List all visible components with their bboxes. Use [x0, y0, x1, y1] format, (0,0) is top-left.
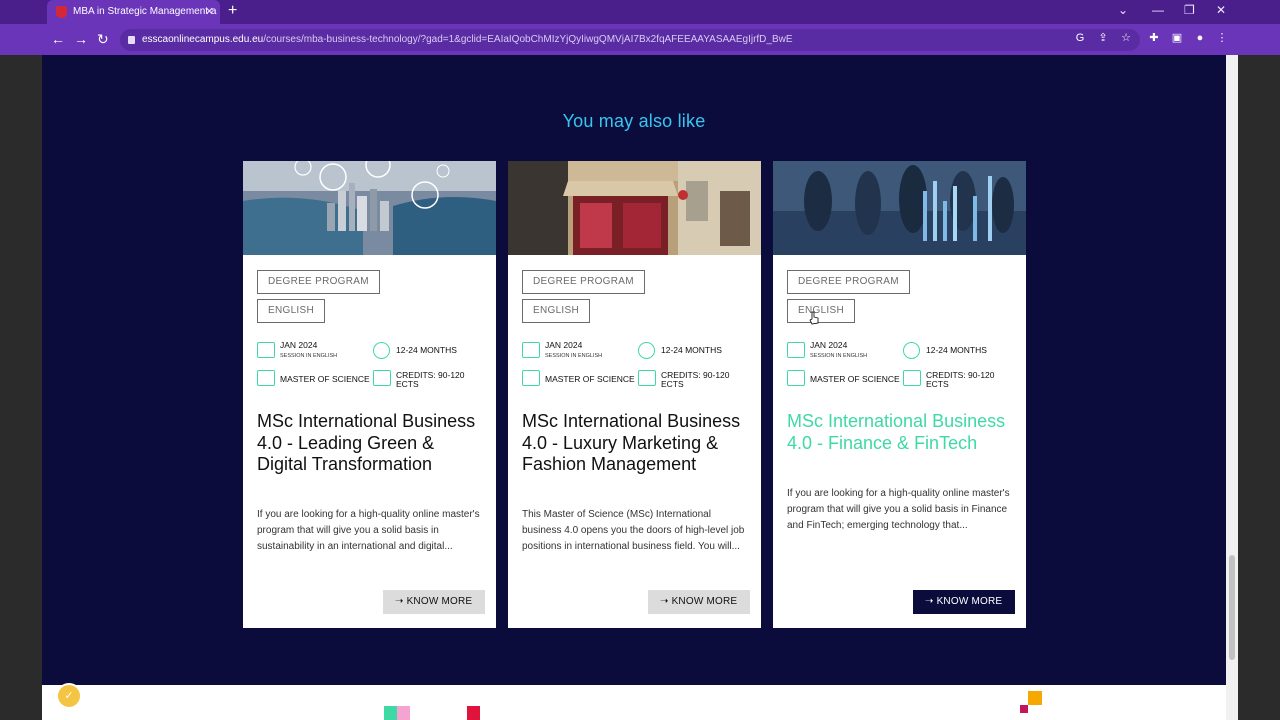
- calendar-icon: [257, 342, 275, 358]
- degree-type: MASTER OF SCIENCE: [545, 374, 635, 384]
- degree-type: MASTER OF SCIENCE: [280, 374, 370, 384]
- forward-icon[interactable]: →: [74, 31, 88, 47]
- window-left-edge: [0, 55, 42, 720]
- extensions-icon[interactable]: ✚: [1148, 32, 1160, 44]
- calendar-icon: [522, 342, 540, 358]
- certificate-icon: [257, 370, 275, 386]
- chevron-down-icon[interactable]: ⌄: [1118, 3, 1128, 17]
- footer-strip: [42, 685, 1226, 720]
- window-right-edge: [1238, 55, 1280, 720]
- know-more-label: KNOW MORE: [406, 596, 473, 607]
- tab-title: MBA in Strategic Management a: [73, 6, 217, 17]
- start-date: JAN 2024 SESSION IN ENGLISH: [545, 341, 602, 361]
- decor-square: [1020, 705, 1028, 713]
- google-icon[interactable]: G: [1074, 32, 1086, 44]
- start-date: JAN 2024 SESSION IN ENGLISH: [280, 341, 337, 361]
- duration: 12-24 MONTHS: [661, 345, 722, 355]
- know-more-button[interactable]: ➝ KNOW MORE: [648, 590, 751, 614]
- credits: CREDITS: 90-120 ECTS: [661, 371, 730, 389]
- course-title[interactable]: MSc International Business 4.0 - Leading…: [257, 411, 485, 476]
- new-tab-icon[interactable]: +: [228, 3, 237, 19]
- back-icon[interactable]: ←: [51, 31, 65, 47]
- scrollbar-thumb[interactable]: [1229, 555, 1235, 660]
- course-description: If you are looking for a high-quality on…: [787, 488, 1010, 531]
- coins-icon: [638, 370, 656, 386]
- reload-icon[interactable]: ↻: [97, 31, 109, 47]
- tag-degree-program: DEGREE PROGRAM: [522, 270, 645, 294]
- coins-icon: [903, 370, 921, 386]
- url-input[interactable]: esscaonlinecampus.edu.eu/courses/mba-bus…: [120, 29, 1140, 51]
- tag-degree-program: DEGREE PROGRAM: [257, 270, 380, 294]
- know-more-label: KNOW MORE: [671, 596, 738, 607]
- know-more-label: KNOW MORE: [936, 596, 1003, 607]
- tag-degree-program: DEGREE PROGRAM: [787, 270, 910, 294]
- profile-icon[interactable]: ●: [1194, 32, 1206, 44]
- course-card[interactable]: DEGREE PROGRAM ENGLISH JAN 2024 SESSION I…: [773, 161, 1026, 628]
- arrow-right-icon: ➝: [395, 596, 407, 607]
- course-description: This Master of Science (MSc) Internation…: [522, 509, 745, 552]
- calendar-icon: [787, 342, 805, 358]
- arrow-right-icon: ➝: [925, 596, 937, 607]
- coins-icon: [373, 370, 391, 386]
- tag-language: ENGLISH: [787, 299, 856, 323]
- credits-unit: ECTS: [396, 379, 419, 389]
- course-card[interactable]: DEGREE PROGRAM ENGLISH JAN 2024 SESSION I…: [508, 161, 761, 628]
- credits: CREDITS: 90-120 ECTS: [396, 371, 465, 389]
- card-image-city: [243, 161, 496, 255]
- course-title[interactable]: MSc International Business 4.0 - Finance…: [787, 411, 1015, 454]
- know-more-button[interactable]: ➝ KNOW MORE: [913, 590, 1016, 614]
- course-card[interactable]: DEGREE PROGRAM ENGLISH JAN 2024 SESSION I…: [243, 161, 496, 628]
- course-title[interactable]: MSc International Business 4.0 - Luxury …: [522, 411, 750, 476]
- start-date: JAN 2024 SESSION IN ENGLISH: [810, 341, 867, 361]
- window-close-icon[interactable]: ✕: [1216, 3, 1226, 17]
- tag-language: ENGLISH: [522, 299, 591, 323]
- start-date-value: JAN 2024: [280, 340, 318, 350]
- know-more-button[interactable]: ➝ KNOW MORE: [383, 590, 486, 614]
- session-language: SESSION IN ENGLISH: [545, 353, 603, 359]
- credits: CREDITS: 90-120 ECTS: [926, 371, 995, 389]
- degree-type: MASTER OF SCIENCE: [810, 374, 900, 384]
- certificate-icon: [787, 370, 805, 386]
- chat-widget-icon[interactable]: ✓: [56, 683, 82, 709]
- credits-unit: ECTS: [926, 379, 949, 389]
- side-panel-icon[interactable]: ▣: [1171, 32, 1183, 44]
- duration: 12-24 MONTHS: [926, 345, 987, 355]
- duration: 12-24 MONTHS: [396, 345, 457, 355]
- minimize-icon[interactable]: —: [1152, 3, 1164, 17]
- arrow-right-icon: ➝: [660, 596, 672, 607]
- url-host: esscaonlinecampus.edu.eu: [142, 34, 264, 45]
- tag-language: ENGLISH: [257, 299, 326, 323]
- browser-tab[interactable]: MBA in Strategic Management a ✕: [47, 0, 220, 24]
- decor-square: [397, 706, 410, 720]
- session-language: SESSION IN ENGLISH: [280, 353, 338, 359]
- site-favicon-icon: [56, 6, 67, 18]
- decor-square: [467, 706, 480, 720]
- address-bar-row: ← → ↻ esscaonlinecampus.edu.eu/courses/m…: [0, 24, 1280, 55]
- session-language: SESSION IN ENGLISH: [810, 353, 868, 359]
- restore-icon[interactable]: ❐: [1184, 3, 1195, 17]
- menu-icon[interactable]: ⋮: [1216, 32, 1228, 44]
- lock-icon: [128, 36, 135, 44]
- page-content: You may also like DEGREE PROGRAM ENGLISH…: [42, 55, 1226, 685]
- start-date-value: JAN 2024: [810, 340, 848, 350]
- decor-square: [1028, 691, 1042, 705]
- card-image-fintech: [773, 161, 1026, 255]
- clock-icon: [903, 342, 920, 359]
- decor-square: [384, 706, 397, 720]
- section-title: You may also like: [562, 111, 706, 131]
- clock-icon: [638, 342, 655, 359]
- hand-cursor-icon: [809, 311, 819, 325]
- star-icon[interactable]: ☆: [1120, 32, 1132, 44]
- clock-icon: [373, 342, 390, 359]
- card-image-storefront: [508, 161, 761, 255]
- credits-unit: ECTS: [661, 379, 684, 389]
- url-path: /courses/mba-business-technology/?gad=1&…: [263, 34, 793, 45]
- page-scrollbar[interactable]: [1226, 55, 1238, 720]
- course-description: If you are looking for a high-quality on…: [257, 509, 480, 552]
- share-icon[interactable]: ⇪: [1097, 32, 1109, 44]
- start-date-value: JAN 2024: [545, 340, 583, 350]
- browser-tab-bar: MBA in Strategic Management a ✕ + ⌄ — ❐ …: [0, 0, 1280, 24]
- close-icon[interactable]: ✕: [205, 0, 214, 24]
- certificate-icon: [522, 370, 540, 386]
